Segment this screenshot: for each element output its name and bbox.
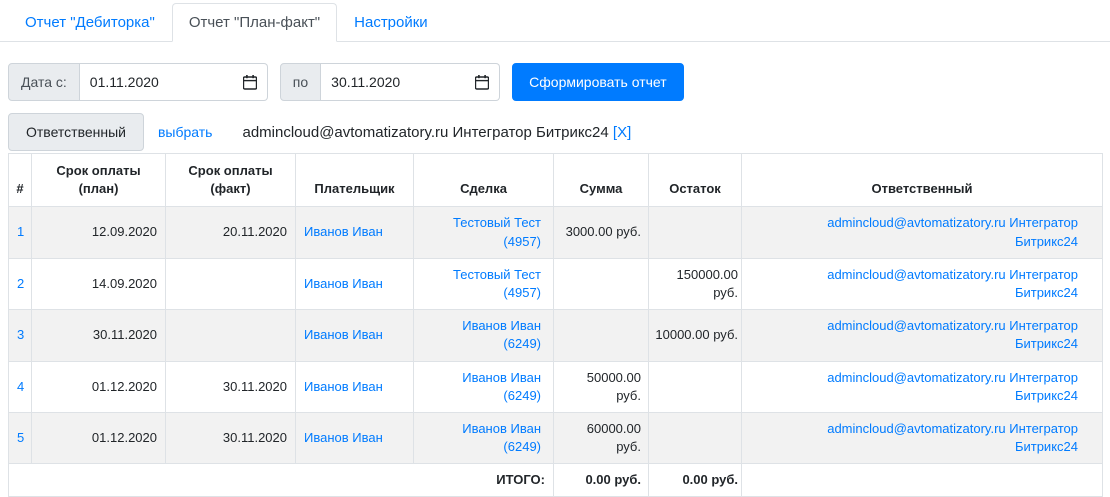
fact-date-cell: 30.11.2020 bbox=[165, 411, 296, 465]
date-from-input[interactable]: 01.11.2020 bbox=[79, 63, 268, 101]
plan-date-cell: 12.09.2020 bbox=[31, 206, 166, 259]
sum-cell: 3000.00 руб. bbox=[553, 206, 649, 259]
responsible-link[interactable]: admincloud@avtomatizatory.ru Интегратор … bbox=[827, 421, 1078, 454]
date-from-group: Дата с: 01.11.2020 bbox=[8, 63, 268, 101]
tab-bar: Отчет "Дебиторка" Отчет "План-факт" Наст… bbox=[0, 0, 1110, 42]
payer-link[interactable]: Иванов Иван bbox=[304, 430, 383, 445]
deal-link[interactable]: Иванов Иван (6249) bbox=[462, 318, 541, 351]
calendar-icon[interactable] bbox=[475, 74, 490, 90]
tab-report-debitorka[interactable]: Отчет "Дебиторка" bbox=[8, 3, 172, 42]
plan-date-cell: 01.12.2020 bbox=[31, 360, 166, 413]
date-filter-row: Дата с: 01.11.2020 по 30.11.2020 Сформир… bbox=[8, 63, 1102, 101]
responsible-link[interactable]: admincloud@avtomatizatory.ru Интегратор … bbox=[827, 267, 1078, 300]
total-label: ИТОГО: bbox=[8, 463, 554, 497]
date-to-group: по 30.11.2020 bbox=[279, 63, 501, 101]
col-header-rest: Остаток bbox=[648, 152, 742, 208]
row-number-link[interactable]: 3 bbox=[17, 327, 24, 342]
row-number-link[interactable]: 2 bbox=[17, 276, 24, 291]
deal-link[interactable]: Иванов Иван (6249) bbox=[462, 421, 541, 454]
plan-date-cell: 01.12.2020 bbox=[31, 411, 166, 465]
table-row: 4 01.12.2020 30.11.2020 Иванов Иван Иван… bbox=[8, 360, 1103, 413]
choose-responsible-link[interactable]: выбрать bbox=[158, 124, 213, 140]
col-header-fact-date: Срок оплаты (факт) bbox=[165, 152, 296, 208]
deal-link[interactable]: Тестовый Тест (4957) bbox=[453, 215, 541, 248]
col-header-responsible: Ответственный bbox=[741, 152, 1103, 208]
tab-settings[interactable]: Настройки bbox=[337, 3, 445, 42]
responsible-link[interactable]: admincloud@avtomatizatory.ru Интегратор … bbox=[827, 318, 1078, 351]
plan-fact-table: # Срок оплаты (план) Срок оплаты (факт) … bbox=[8, 152, 1103, 497]
col-header-plan-date: Срок оплаты (план) bbox=[31, 152, 166, 208]
sum-cell bbox=[553, 257, 649, 311]
date-from-label: Дата с: bbox=[8, 63, 80, 101]
rest-cell: 10000.00 руб. bbox=[648, 309, 742, 362]
rest-cell: 150000.00 руб. bbox=[648, 257, 742, 311]
fact-date-cell: 20.11.2020 bbox=[165, 206, 296, 259]
fact-date-cell bbox=[165, 309, 296, 362]
fact-date-cell: 30.11.2020 bbox=[165, 360, 296, 413]
rest-cell bbox=[648, 411, 742, 465]
row-number-link[interactable]: 1 bbox=[17, 224, 24, 239]
col-header-sum: Сумма bbox=[553, 152, 649, 208]
table-total-row: ИТОГО: 0.00 руб. 0.00 руб. bbox=[8, 463, 1103, 497]
remove-responsible-link[interactable]: [X] bbox=[613, 124, 631, 141]
table-row: 2 14.09.2020 Иванов Иван Тестовый Тест (… bbox=[8, 257, 1103, 311]
row-number-link[interactable]: 5 bbox=[17, 430, 24, 445]
payer-link[interactable]: Иванов Иван bbox=[304, 276, 383, 291]
rest-cell bbox=[648, 206, 742, 259]
col-header-payer: Плательщик bbox=[295, 152, 414, 208]
total-sum: 0.00 руб. bbox=[553, 463, 649, 497]
table-header-row: # Срок оплаты (план) Срок оплаты (факт) … bbox=[8, 152, 1103, 208]
payer-link[interactable]: Иванов Иван bbox=[304, 224, 383, 239]
total-rest: 0.00 руб. bbox=[648, 463, 742, 497]
responsible-filter-row: Ответственный выбрать admincloud@avtomat… bbox=[8, 113, 1102, 151]
tab-report-plan-fact[interactable]: Отчет "План-факт" bbox=[171, 3, 338, 42]
table-row: 3 30.11.2020 Иванов Иван Иванов Иван (62… bbox=[8, 309, 1103, 362]
date-from-value: 01.11.2020 bbox=[89, 74, 159, 90]
plan-date-cell: 30.11.2020 bbox=[31, 309, 166, 362]
selected-responsible: admincloud@avtomatizatory.ru Интегратор … bbox=[242, 124, 631, 141]
col-header-deal: Сделка bbox=[413, 152, 554, 208]
responsible-link[interactable]: admincloud@avtomatizatory.ru Интегратор … bbox=[827, 370, 1078, 403]
table-row: 1 12.09.2020 20.11.2020 Иванов Иван Тест… bbox=[8, 206, 1103, 259]
col-header-num: # bbox=[8, 152, 32, 208]
date-to-input[interactable]: 30.11.2020 bbox=[321, 63, 501, 101]
sum-cell bbox=[553, 309, 649, 362]
generate-report-button[interactable]: Сформировать отчет bbox=[512, 63, 684, 101]
payer-link[interactable]: Иванов Иван bbox=[304, 379, 383, 394]
fact-date-cell bbox=[165, 257, 296, 311]
rest-cell bbox=[648, 360, 742, 413]
total-empty-cell bbox=[741, 463, 1103, 497]
sum-cell: 60000.00 руб. bbox=[553, 411, 649, 465]
selected-responsible-text: admincloud@avtomatizatory.ru Интегратор … bbox=[242, 123, 609, 141]
deal-link[interactable]: Тестовый Тест (4957) bbox=[453, 267, 541, 300]
row-number-link[interactable]: 4 bbox=[17, 379, 24, 394]
plan-date-cell: 14.09.2020 bbox=[31, 257, 166, 311]
sum-cell: 50000.00 руб. bbox=[553, 360, 649, 413]
responsible-filter-button[interactable]: Ответственный bbox=[8, 113, 144, 151]
responsible-link[interactable]: admincloud@avtomatizatory.ru Интегратор … bbox=[827, 215, 1078, 248]
date-to-label: по bbox=[279, 63, 322, 101]
table-row: 5 01.12.2020 30.11.2020 Иванов Иван Иван… bbox=[8, 411, 1103, 465]
deal-link[interactable]: Иванов Иван (6249) bbox=[462, 370, 541, 403]
payer-link[interactable]: Иванов Иван bbox=[304, 327, 383, 342]
date-to-value: 30.11.2020 bbox=[331, 74, 401, 90]
calendar-icon[interactable] bbox=[242, 74, 257, 90]
